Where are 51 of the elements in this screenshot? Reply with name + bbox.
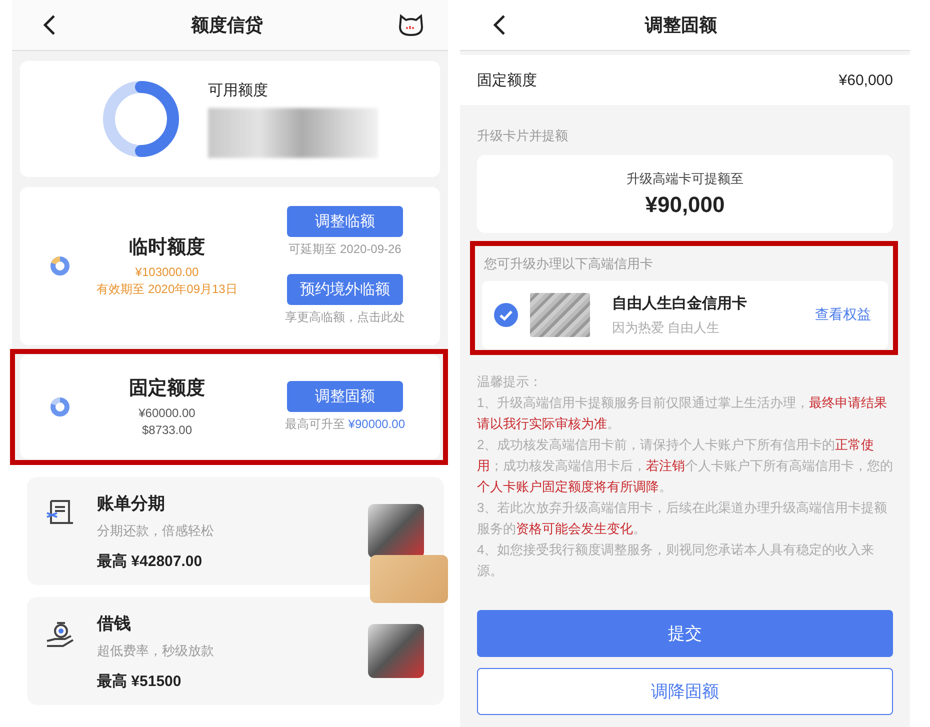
- card-option[interactable]: 自由人生白金信用卡 因为热爱 自由人生 查看权益: [482, 281, 888, 349]
- max-amount: 最高 ¥42807.00: [97, 552, 204, 570]
- card-image-placeholder: [530, 293, 590, 337]
- back-icon[interactable]: [42, 14, 56, 36]
- limit-title: 临时额度: [129, 236, 205, 260]
- section-label: 您可升级办理以下高端信用卡: [483, 255, 654, 273]
- notes-title: 温馨提示：: [477, 373, 543, 391]
- note-paragraph: 3、若此次放弃升级高端信用卡，后续在此渠道办理升级高端信用卡提额服务的资格可能会发生变化。: [477, 499, 888, 538]
- limit-title: 固定额度: [129, 376, 205, 401]
- available-limit-label: 可用额度: [208, 80, 269, 100]
- limit-amount: ¥60000.00: [138, 405, 196, 422]
- row-label: 固定额度: [477, 70, 537, 90]
- service-subtitle: 超低费率，秒级放款: [97, 642, 215, 660]
- service-subtitle: 分期还款，倍感轻松: [97, 522, 215, 540]
- limit-amount: ¥103000.00: [135, 264, 199, 281]
- product-photo-placeholder: [368, 624, 424, 678]
- row-value: ¥60,000: [838, 72, 893, 88]
- page-title: 调整固额: [645, 14, 717, 37]
- product-photo-placeholder: [368, 504, 424, 558]
- service-title: 账单分期: [97, 492, 166, 514]
- upgrade-caption: 升级高端卡可提额至: [626, 170, 744, 188]
- note-paragraph: 4、如您接受我行额度调整服务，则视同您承诺本人具有稳定的收入来源。: [477, 541, 876, 580]
- service-card[interactable]: 借钱 超低费率，秒级放款 最高 ¥51500: [27, 597, 444, 705]
- donut-icon: [50, 397, 70, 417]
- validity-text: 有效期至 2020年09月13日: [96, 281, 238, 298]
- donut-icon: [50, 256, 70, 276]
- card-slogan: 因为热爱 自由人生: [612, 318, 721, 336]
- check-icon[interactable]: [494, 303, 518, 327]
- limit-amount: $8733.00: [142, 422, 192, 439]
- service-card[interactable]: 账单分期 分期还款，倍感轻松 最高 ¥42807.00: [27, 477, 444, 585]
- adjust-button[interactable]: 调整固额: [287, 381, 403, 412]
- submit-button[interactable]: 提交: [477, 610, 893, 657]
- action-note: 最高可升至 ¥90000.00: [284, 416, 406, 433]
- section-label: 升级卡片并提额: [476, 127, 569, 145]
- back-icon[interactable]: [492, 14, 506, 36]
- cat-face-icon[interactable]: [398, 13, 424, 37]
- action-note: 可延期至 2020-09-26: [288, 241, 402, 258]
- hand-moneybag-icon: [45, 619, 75, 649]
- note-paragraph: 2、成功核发高端信用卡前，请保持个人卡账户下所有信用卡的正常使用；成功核发高端信用卡后，若注销个人卡账户下所有高端信用卡，您的 个人卡账户固定额度将有所调降。: [477, 436, 893, 496]
- adjust-button[interactable]: 预约境外临额: [287, 274, 403, 305]
- note-paragraph: 1、升级高端信用卡提额服务目前仅限通过掌上生活办理，最终申请结果请以我行实际审核为准。: [477, 394, 888, 433]
- card-name: 自由人生白金信用卡: [612, 294, 748, 312]
- adjust-button[interactable]: 调整临额: [287, 206, 403, 237]
- page-title: 额度信贷: [191, 14, 263, 37]
- view-benefits-link[interactable]: 查看权益: [815, 306, 871, 324]
- bill-scissors-icon: [45, 499, 75, 527]
- upgrade-amount: ¥90,000: [645, 192, 725, 218]
- max-amount: 最高 ¥51500: [97, 672, 182, 690]
- service-title: 借钱: [97, 612, 132, 634]
- action-note: 享更高临额，点击此处: [285, 309, 405, 326]
- reduce-limit-button[interactable]: 调降固额: [477, 668, 893, 715]
